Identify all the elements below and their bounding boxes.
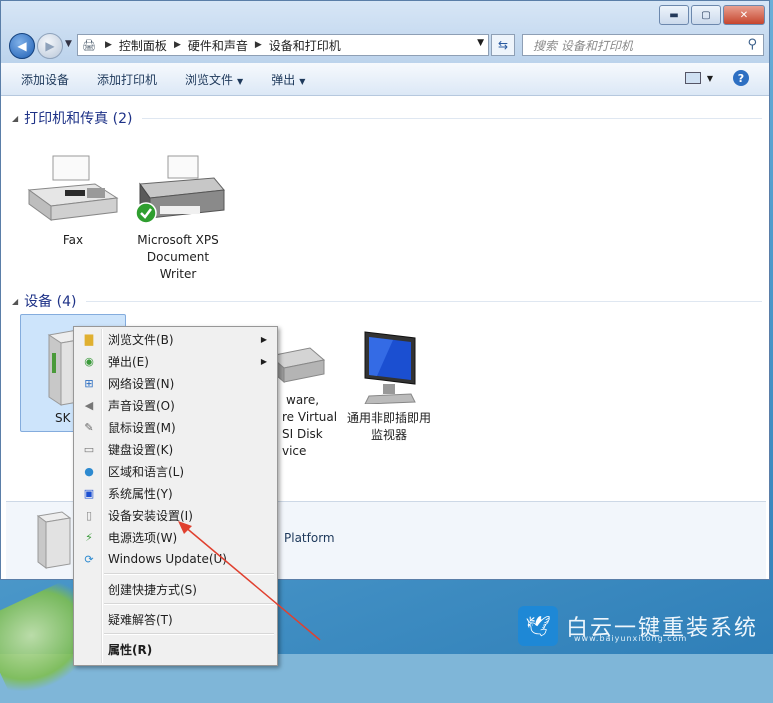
device-monitor[interactable]: 通用非即插即用 监视器 xyxy=(334,328,444,444)
keyboard-icon: ▭ xyxy=(83,442,95,456)
menu-item-keyboard[interactable]: ▭ 键盘设置(K) xyxy=(76,438,275,460)
close-button[interactable]: ✕ xyxy=(723,5,765,25)
device-label-monitor-2: 监视器 xyxy=(370,428,407,442)
browse-files-button[interactable]: 浏览文件 ▼ xyxy=(185,71,243,88)
menu-label: 电源选项(W) xyxy=(108,530,178,545)
computer-tower-icon xyxy=(36,511,72,569)
menu-item-region[interactable]: ● 区域和语言(L) xyxy=(76,460,275,482)
address-dropdown-icon[interactable]: ▼ xyxy=(477,38,484,48)
speaker-icon: ◀ xyxy=(84,398,94,412)
monitor-icon xyxy=(364,331,416,404)
back-button[interactable]: ◀ xyxy=(9,33,35,59)
maximize-button[interactable]: ▢ xyxy=(691,5,721,25)
menu-label: 疑难解答(T) xyxy=(108,612,173,627)
menu-item-system[interactable]: ▣ 系统属性(Y) xyxy=(76,482,275,504)
menu-item-sound[interactable]: ◀ 声音设置(O) xyxy=(76,394,275,416)
refresh-icon: ⇆ xyxy=(497,38,509,52)
computer-icon: ▣ xyxy=(83,486,95,500)
breadcrumb-devices-printers[interactable]: 设备和打印机 xyxy=(269,37,341,54)
menu-label: 区域和语言(L) xyxy=(108,464,185,479)
view-options-icon[interactable] xyxy=(684,72,701,84)
forward-button[interactable]: ▶ xyxy=(37,33,63,59)
menu-label: 键盘设置(K) xyxy=(108,442,174,457)
group-divider xyxy=(142,117,762,119)
control-panel-icon: 🖨 xyxy=(82,38,96,52)
group-title-printers: 打印机和传真 (2) xyxy=(24,111,133,127)
menu-label: 浏览文件(B) xyxy=(108,332,174,347)
collapse-triangle-icon[interactable]: ◢ xyxy=(12,114,18,123)
device-label-vdisk-3: SI Disk xyxy=(282,427,323,441)
address-bar[interactable]: 🖨 ▶ 控制面板 ▶ 硬件和声音 ▶ 设备和打印机 ▼ xyxy=(77,34,489,56)
eject-icon: ◉ xyxy=(84,354,94,368)
menu-label: 弹出(E) xyxy=(108,354,149,369)
device-label-monitor-1: 通用非即插即用 xyxy=(346,411,431,425)
chevron-down-icon[interactable]: ▼ xyxy=(707,74,713,83)
power-icon: ⚡ xyxy=(85,530,93,544)
device-xps-writer[interactable]: Microsoft XPS Document Writer xyxy=(123,154,233,283)
breadcrumb-hardware-sound[interactable]: 硬件和声音 xyxy=(188,37,248,54)
arrow-left-icon: ◀ xyxy=(17,39,27,53)
bird-logo-icon: 🕊 xyxy=(518,606,558,646)
menu-label: 网络设置(N) xyxy=(108,376,175,391)
menu-label: 系统属性(Y) xyxy=(108,486,173,501)
history-dropdown[interactable]: ▼ xyxy=(65,39,72,49)
watermark: 🕊 白云一键重装系统 www.baiyunxitong.com xyxy=(518,604,773,648)
breadcrumb: ▶ 控制面板 ▶ 硬件和声音 ▶ 设备和打印机 xyxy=(98,37,341,54)
group-header-devices[interactable]: ◢ 设备 (4) xyxy=(12,291,762,311)
fax-icon xyxy=(27,155,119,221)
menu-item-mouse[interactable]: ✎ 鼠标设置(M) xyxy=(76,416,275,438)
device-label-xps-1: Microsoft XPS xyxy=(137,233,219,247)
menu-label: 鼠标设置(M) xyxy=(108,420,176,435)
annotation-arrow xyxy=(178,521,321,641)
default-check-icon xyxy=(135,202,157,224)
eject-button[interactable]: 弹出 ▼ xyxy=(271,71,305,88)
chevron-down-icon: ▼ xyxy=(299,76,306,86)
breadcrumb-control-panel[interactable]: 控制面板 xyxy=(119,37,167,54)
device-label-xps-3: Writer xyxy=(159,267,197,281)
watermark-url: www.baiyunxitong.com xyxy=(574,634,688,643)
search-input[interactable]: 搜索 设备和打印机 ⚲ xyxy=(522,34,764,56)
add-printer-button[interactable]: 添加打印机 xyxy=(97,71,157,88)
command-bar: 添加设备 添加打印机 浏览文件 ▼ 弹出 ▼ ▼ ? xyxy=(1,63,769,96)
menu-item-browse-files[interactable]: ▇ 浏览文件(B) ▶ xyxy=(76,328,275,350)
device-fax[interactable]: Fax xyxy=(18,154,128,249)
device-label-vdisk-2: re Virtual xyxy=(282,410,338,424)
windows-update-icon: ⟳ xyxy=(84,552,94,566)
title-bar: ▬ ▢ ✕ ◀ ▶ ▼ 🖨 ▶ 控制面板 ▶ 硬件和声音 ▶ 设备和打印机 ▼ … xyxy=(1,1,769,63)
device-label-sk: SK xyxy=(55,411,71,425)
chevron-down-icon: ▼ xyxy=(237,76,244,86)
menu-label: 声音设置(O) xyxy=(108,398,175,413)
eject-label: 弹出 xyxy=(271,72,296,87)
submenu-arrow-icon: ▶ xyxy=(260,334,267,344)
globe-icon: ● xyxy=(84,464,94,478)
refresh-button[interactable]: ⇆ xyxy=(491,34,515,56)
search-icon[interactable]: ⚲ xyxy=(747,37,757,52)
group-title-devices: 设备 (4) xyxy=(24,294,77,310)
add-device-button[interactable]: 添加设备 xyxy=(21,71,69,88)
device-label-xps-2: Document xyxy=(146,250,210,264)
browse-files-label: 浏览文件 xyxy=(185,72,234,87)
device-label-vdisk-4: vice xyxy=(282,444,307,458)
chevron-right-icon[interactable]: ▶ xyxy=(255,40,262,50)
chevron-right-icon[interactable]: ▶ xyxy=(105,40,112,50)
group-header-printers[interactable]: ◢ 打印机和传真 (2) xyxy=(12,108,762,128)
submenu-arrow-icon: ▶ xyxy=(260,356,267,366)
mouse-icon: ✎ xyxy=(84,420,94,434)
arrow-right-icon: ▶ xyxy=(45,39,55,53)
collapse-triangle-icon[interactable]: ◢ xyxy=(12,297,18,306)
chevron-right-icon[interactable]: ▶ xyxy=(174,40,181,50)
minimize-button[interactable]: ▬ xyxy=(659,5,689,25)
group-divider xyxy=(86,300,762,302)
menu-item-eject[interactable]: ◉ 弹出(E) ▶ xyxy=(76,350,275,372)
menu-label: 属性(R) xyxy=(108,642,153,657)
help-button[interactable]: ? xyxy=(733,70,749,86)
network-icon: ⊞ xyxy=(84,376,94,390)
device-label-fax: Fax xyxy=(62,233,84,247)
device-install-icon: ▯ xyxy=(85,508,93,522)
folder-icon: ▇ xyxy=(84,332,94,346)
search-placeholder: 搜索 设备和打印机 xyxy=(533,38,633,53)
menu-item-network[interactable]: ⊞ 网络设置(N) xyxy=(76,372,275,394)
